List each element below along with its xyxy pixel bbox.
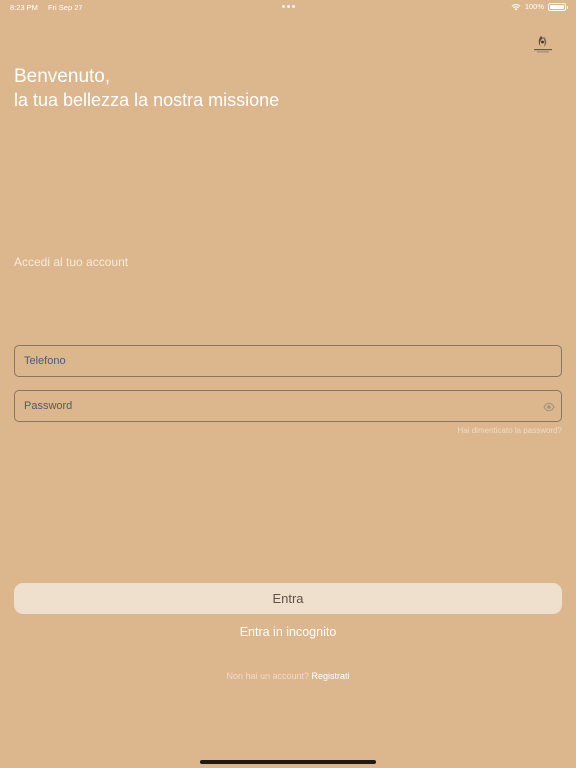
status-indicators: 100% [511,2,568,11]
no-account-text: Non hai un account? [226,671,310,681]
home-indicator[interactable] [200,760,376,764]
password-field[interactable] [14,390,562,422]
multitasking-dots-icon[interactable] [282,5,295,8]
register-link[interactable]: Registrati [312,671,350,681]
status-bar: 8:23 PM Fri Sep 27 100% [0,0,576,14]
eye-icon[interactable] [543,401,555,413]
password-input[interactable] [15,391,561,421]
wifi-icon [511,3,521,11]
welcome-subtitle: la tua bellezza la nostra missione [14,90,280,110]
status-date: Fri Sep 27 [47,3,83,12]
enter-button[interactable]: Entra [14,583,562,614]
battery-icon [548,2,568,11]
battery-percent: 100% [524,2,544,11]
status-time-date: 8:23 PM Fri Sep 27 [10,3,83,12]
phone-input[interactable] [15,346,561,376]
register-row: Non hai un account? Registrati [0,671,576,681]
forgot-password-link[interactable]: Hai dimenticato la password? [458,426,563,435]
phone-field[interactable] [14,345,562,377]
welcome-title: Benvenuto, [14,66,111,87]
login-caption: Accedi al tuo account [14,255,129,269]
status-time: 8:23 PM [10,3,38,12]
enter-incognito-link[interactable]: Entra in incognito [0,625,576,639]
battery-level [550,4,564,9]
brand-logo-icon [530,34,556,56]
